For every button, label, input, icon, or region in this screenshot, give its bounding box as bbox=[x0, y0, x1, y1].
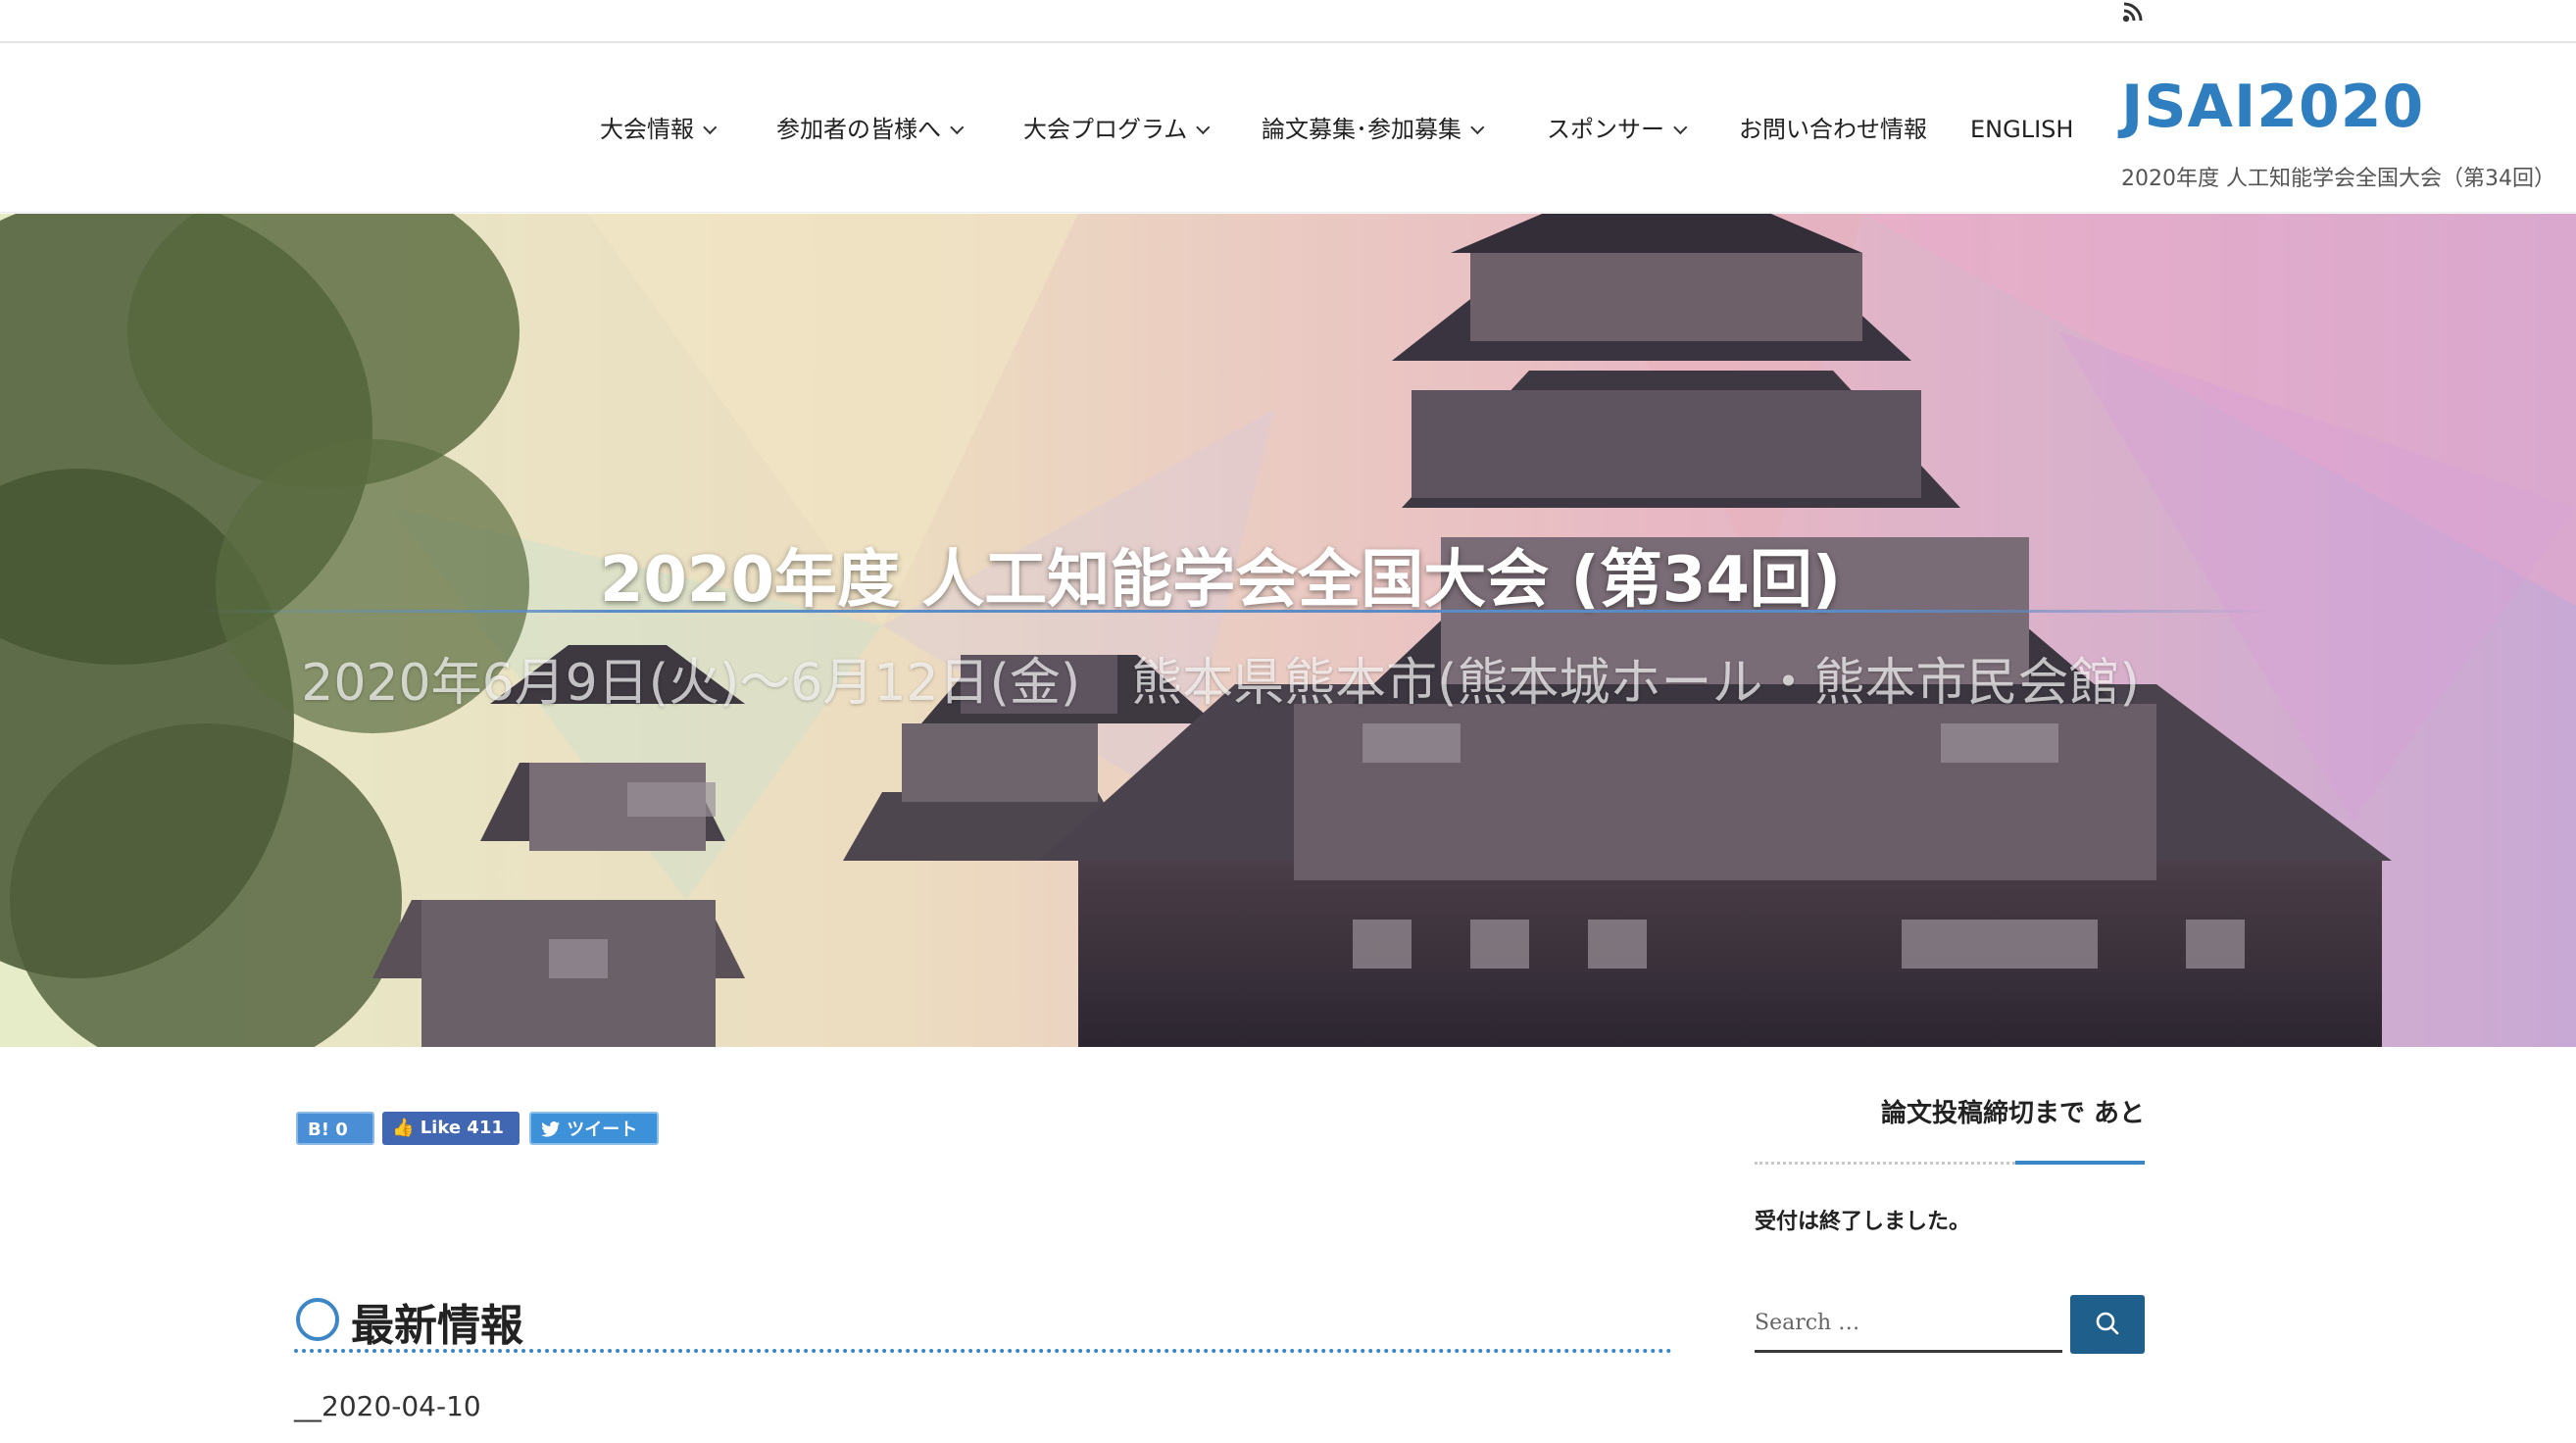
hero-subtitle: 2020年6月9日(火)〜6月12日(金) 熊本県熊本市(熊本城ホール・熊本市民… bbox=[301, 654, 2140, 713]
search-icon bbox=[2096, 1312, 2119, 1334]
nav-item-sponsors[interactable]: スポンサー bbox=[1547, 110, 1688, 149]
countdown-widget-title: 論文投稿締切まで あと bbox=[1880, 1099, 2145, 1128]
hatena-bookmark-button[interactable]: B! 0 bbox=[296, 1112, 374, 1145]
facebook-like-button[interactable]: 👍 Like 411 bbox=[382, 1112, 520, 1145]
top-utility-bar bbox=[0, 0, 2576, 43]
site-header: 大会情報 参加者の皆様へ 大会プログラム 論文募集･参加募集 スポンサー お問い… bbox=[0, 45, 2576, 213]
hero-banner: 2020年度 人工知能学会全国大会 (第34回) 2020年6月9日(火)〜6月… bbox=[0, 214, 2576, 1047]
post-date: __2020-04-10 bbox=[294, 1390, 481, 1422]
search-input[interactable] bbox=[1755, 1296, 2062, 1353]
site-tagline: 2020年度 人工知能学会全国大会（第34回） bbox=[2121, 167, 2555, 191]
widget-divider-accent bbox=[2015, 1161, 2145, 1165]
twitter-icon bbox=[541, 1121, 560, 1137]
news-section-title: 最新情報 bbox=[351, 1301, 523, 1351]
news-section-heading: 最新情報 bbox=[294, 1286, 1672, 1353]
nav-item-english[interactable]: ENGLISH bbox=[1970, 110, 2073, 149]
twitter-tweet-button[interactable]: ツイート bbox=[529, 1112, 659, 1145]
nav-item-contact[interactable]: お問い合わせ情報 bbox=[1739, 110, 1927, 149]
countdown-status-text: 受付は終了しました。 bbox=[1755, 1210, 1971, 1234]
castle-banner-image bbox=[0, 214, 2576, 1047]
rss-icon[interactable] bbox=[2121, 2, 2147, 24]
chevron-down-icon bbox=[1470, 120, 1485, 135]
chevron-down-icon bbox=[1196, 120, 1211, 135]
hero-divider bbox=[196, 610, 2274, 613]
search-button[interactable] bbox=[2070, 1295, 2145, 1354]
chevron-down-icon bbox=[703, 120, 718, 135]
circle-icon bbox=[296, 1298, 339, 1341]
chevron-down-icon bbox=[1673, 120, 1688, 135]
nav-item-participants[interactable]: 参加者の皆様へ bbox=[776, 110, 965, 149]
thumbs-up-icon: 👍 bbox=[392, 1118, 415, 1138]
chevron-down-icon bbox=[950, 120, 965, 135]
hero-title: 2020年度 人工知能学会全国大会 (第34回) bbox=[599, 544, 1842, 617]
nav-item-program[interactable]: 大会プログラム bbox=[1023, 110, 1211, 149]
nav-item-conference-info[interactable]: 大会情報 bbox=[600, 110, 718, 149]
nav-item-call-for-papers[interactable]: 論文募集･参加募集 bbox=[1262, 110, 1485, 149]
site-title[interactable]: JSAI2020 bbox=[2121, 73, 2424, 141]
